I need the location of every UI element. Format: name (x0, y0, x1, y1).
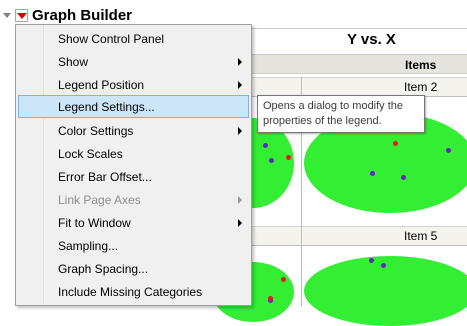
disclosure-triangle-icon[interactable] (3, 13, 11, 18)
menu-item-label: Include Missing Categories (58, 285, 203, 299)
menu-item-label: Sampling... (58, 239, 119, 253)
menu-item-label: Graph Spacing... (58, 262, 149, 276)
menu-item-label: Color Settings (58, 124, 134, 138)
data-point (381, 263, 386, 268)
menu-item-show[interactable]: Show (18, 50, 249, 73)
menu-item-label: Show Control Panel (58, 32, 165, 46)
app-title: Graph Builder (32, 7, 133, 24)
menu-item-fit-to-window[interactable]: Fit to Window (18, 211, 249, 234)
data-point (269, 158, 274, 163)
submenu-arrow-icon (238, 127, 242, 135)
menu-item-sampling[interactable]: Sampling... (18, 234, 249, 257)
data-point (286, 155, 291, 160)
data-point (393, 141, 398, 146)
menu-item-label: Legend Settings... (58, 100, 155, 114)
column-header: Items (250, 54, 467, 74)
data-point (369, 258, 374, 263)
submenu-arrow-icon (238, 196, 242, 204)
data-point (268, 296, 273, 301)
menu-item-show-control-panel[interactable]: Show Control Panel (18, 27, 249, 50)
menu-item-include-missing-categories[interactable]: Include Missing Categories (18, 280, 249, 303)
data-point (446, 148, 451, 153)
menu-item-lock-scales[interactable]: Lock Scales (18, 142, 249, 165)
menu-item-label: Lock Scales (58, 147, 123, 161)
data-point (370, 171, 375, 176)
panel-divider (301, 226, 302, 306)
panel-header-label: Item 2 (404, 80, 438, 94)
data-point (281, 277, 286, 282)
menu-item-link-page-axes: Link Page Axes (18, 188, 249, 211)
menu-item-label: Show (58, 55, 89, 69)
menu-item-graph-spacing[interactable]: Graph Spacing... (18, 257, 249, 280)
menu-tooltip: Opens a dialog to modify the properties … (257, 95, 425, 133)
menu-item-label: Legend Position (58, 78, 145, 92)
red-triangle-icon (17, 13, 27, 19)
menu-item-error-bar-offset[interactable]: Error Bar Offset... (18, 165, 249, 188)
panel-header-item-2: Item 2 (250, 77, 467, 96)
menu-item-label: Error Bar Offset... (58, 170, 152, 184)
data-point (263, 143, 268, 148)
menu-item-color-settings[interactable]: Color Settings (18, 119, 249, 142)
graph-builder-menu: Show Control Panel Show Legend Position … (15, 24, 252, 306)
tooltip-line: properties of the legend. (263, 115, 382, 127)
panel-header-item-5: Item 5 (250, 226, 467, 245)
submenu-arrow-icon (238, 58, 242, 66)
plot-title: Y vs. X (347, 31, 396, 48)
submenu-arrow-icon (238, 219, 242, 227)
data-point (401, 175, 406, 180)
red-triangle-menu-button[interactable] (15, 9, 28, 22)
tooltip-line: Opens a dialog to modify the (263, 100, 404, 112)
menu-item-label: Link Page Axes (58, 193, 141, 207)
menu-item-legend-settings[interactable]: Legend Settings... (18, 95, 249, 118)
menu-item-legend-position[interactable]: Legend Position (18, 73, 249, 96)
menu-item-label: Fit to Window (58, 216, 131, 230)
panel-header-label: Item 5 (404, 229, 438, 243)
submenu-arrow-icon (238, 81, 242, 89)
column-header-label: Items (405, 58, 437, 72)
